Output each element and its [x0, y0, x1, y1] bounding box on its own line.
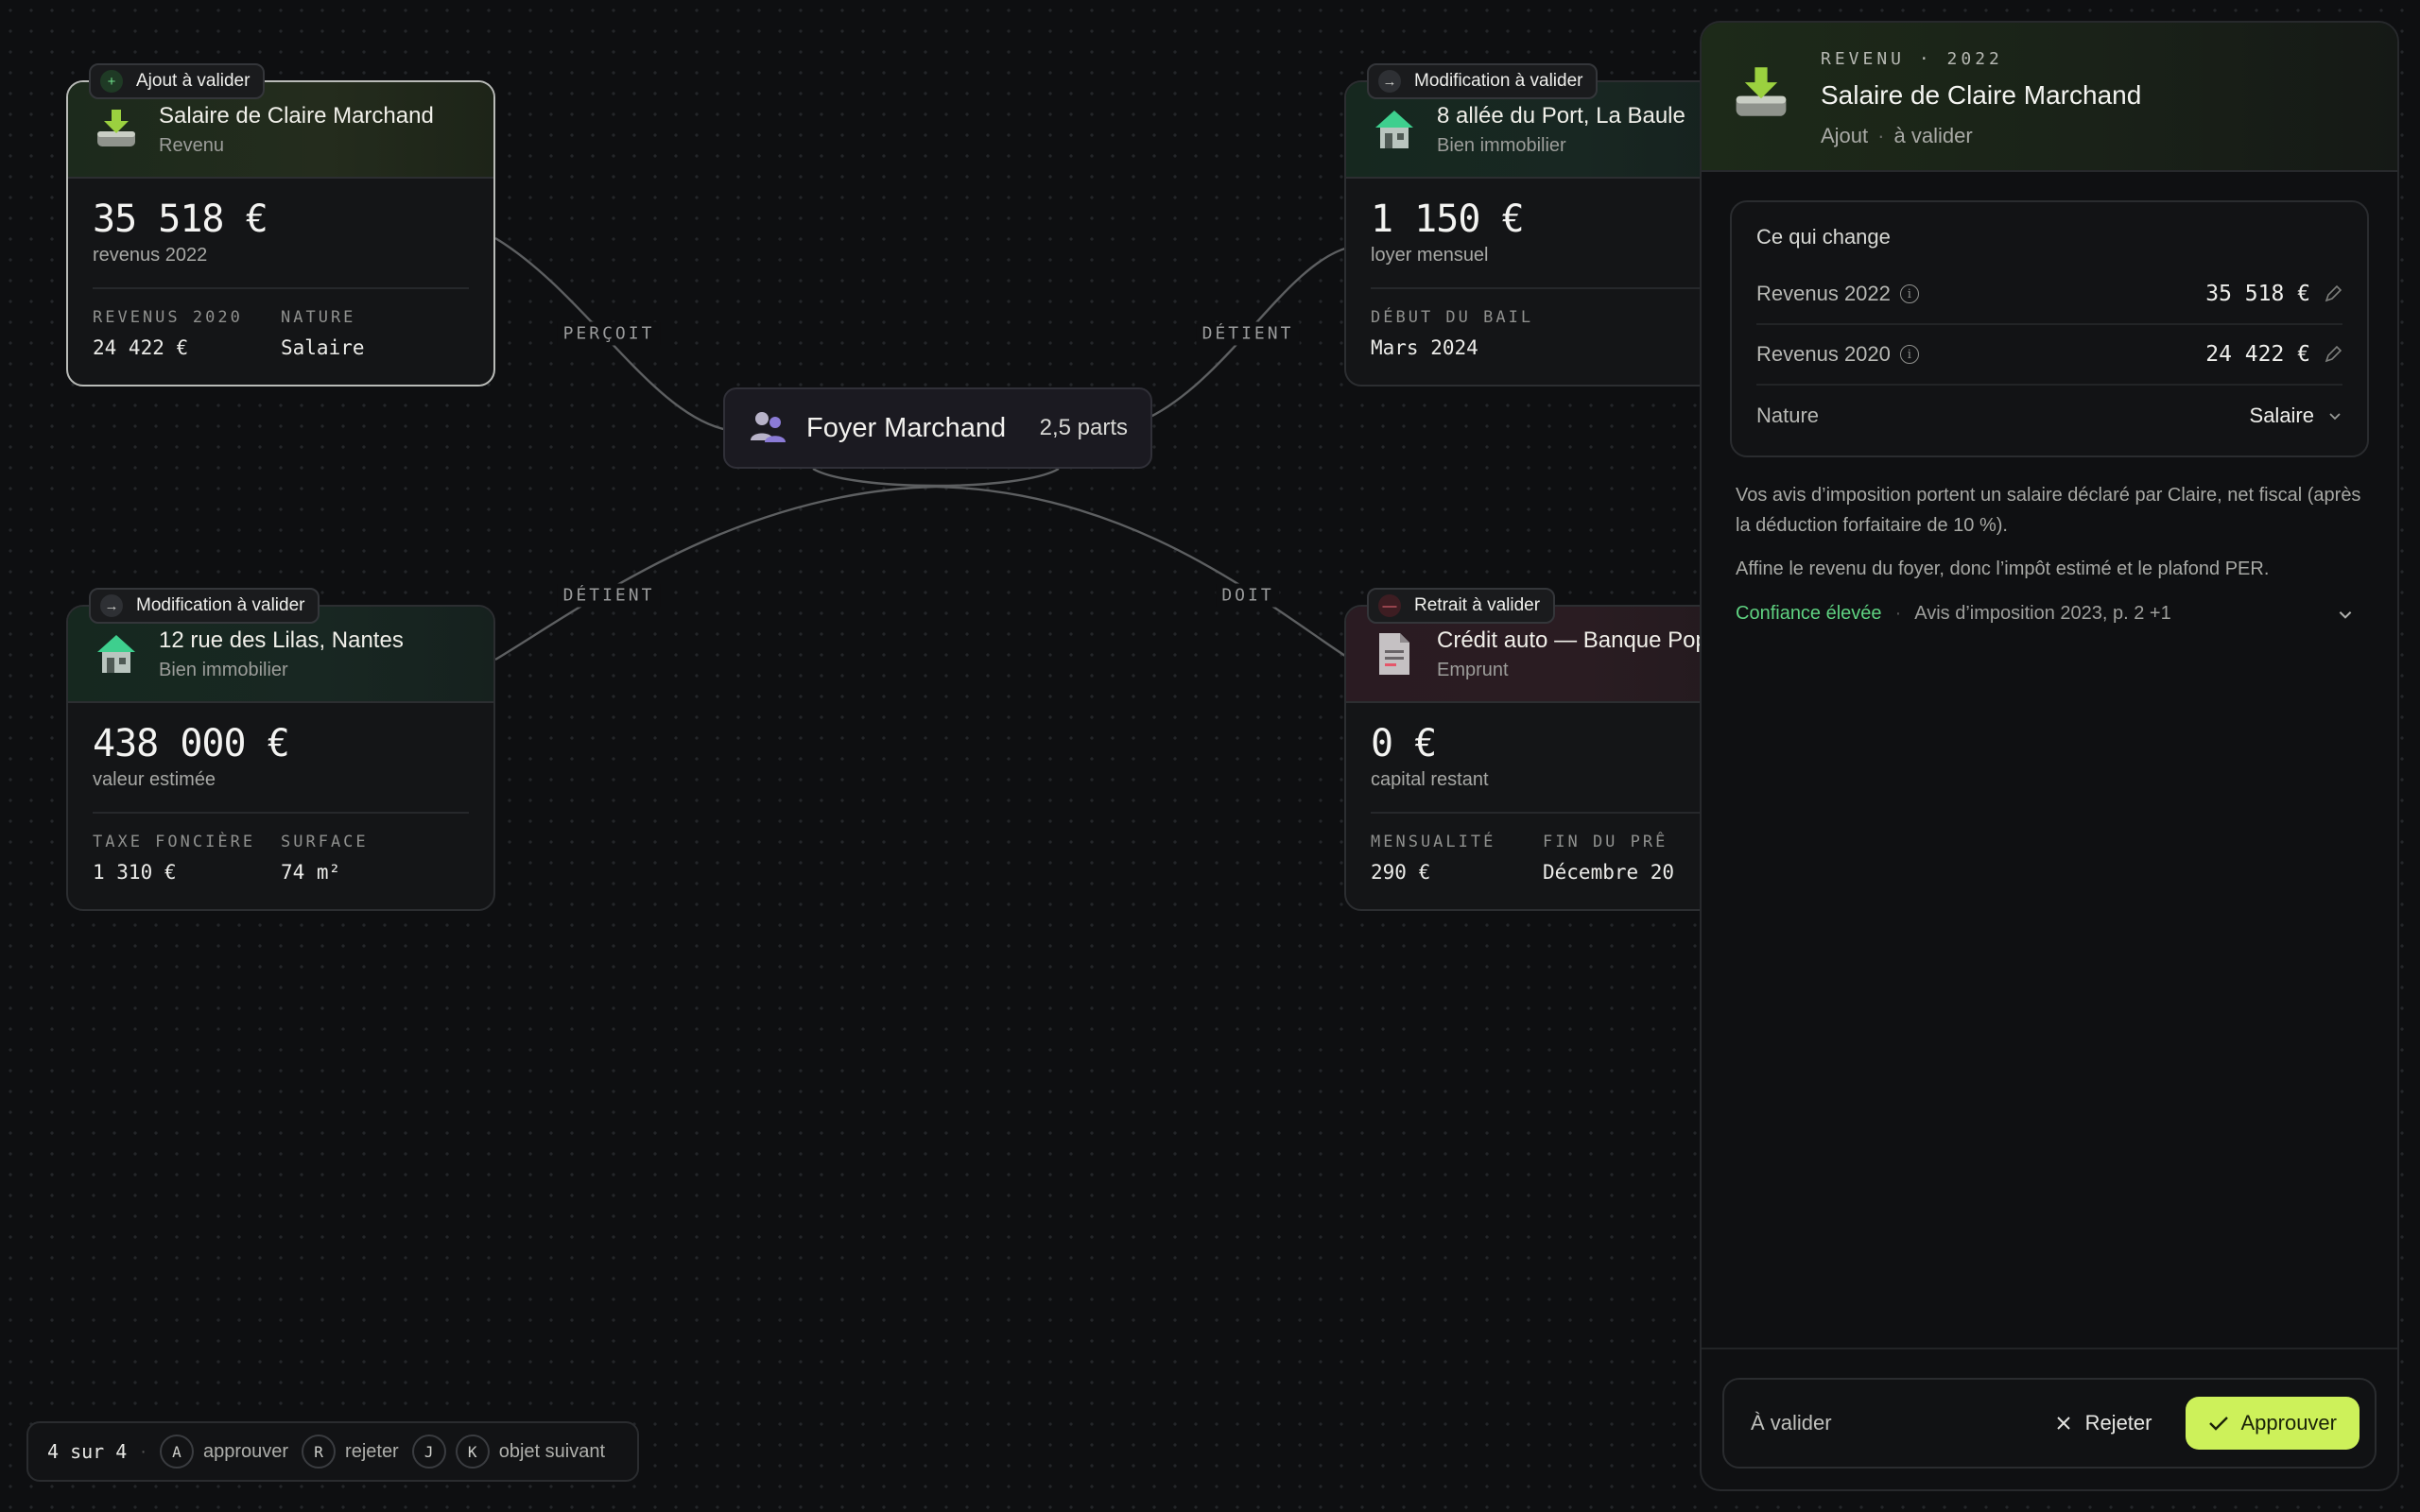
edge-label-percoit: PERÇOIT: [557, 321, 661, 346]
edge-hub: [812, 467, 1060, 488]
key-j: J: [411, 1435, 446, 1469]
edge-doit: [935, 485, 1349, 660]
panel-header: REVENU · 2022 Salaire de Claire Marchand…: [1702, 23, 2397, 172]
panel-subtitle: Ajout · à valider: [1821, 124, 1973, 147]
close-icon: [2056, 1417, 2070, 1430]
card-amount: 1 150 €: [1371, 198, 1525, 241]
pencil-icon[interactable]: [2324, 345, 2342, 364]
changes-box: Ce qui change Revenus 2022 i 35 518 € Rev…: [1730, 200, 2369, 457]
panel-eyebrow: REVENU · 2022: [1821, 49, 2003, 69]
status-badge: — Retrait à valider: [1367, 588, 1556, 624]
card-title: Salaire de Claire Marchand: [159, 102, 434, 129]
key-a: A: [159, 1435, 194, 1469]
change-value[interactable]: 35 518 €: [2205, 282, 2342, 306]
house-icon: [1369, 104, 1420, 155]
key-k: K: [455, 1435, 490, 1469]
card-port[interactable]: → Modification à valider 8 allée du Port…: [1344, 63, 1741, 387]
key-r: R: [302, 1435, 337, 1469]
document-icon: [1369, 628, 1420, 679]
arrow-right-icon: →: [100, 594, 123, 617]
card-amount: 438 000 €: [93, 722, 290, 765]
card-title: 8 allée du Port, La Baule: [1437, 102, 1685, 129]
fact-value: 74 m²: [281, 861, 341, 884]
change-row: Revenus 2020 i 24 422 €: [1756, 325, 2342, 386]
keyboard-hint-bar: 4 sur 4 · Aapprouver Rrejeter J Kobjet s…: [26, 1421, 640, 1482]
card-salaire[interactable]: + Ajout à valider Salaire de Claire Marc…: [66, 63, 495, 387]
pencil-icon[interactable]: [2324, 284, 2342, 303]
minus-icon: —: [1378, 594, 1401, 617]
fact-value: Salaire: [281, 336, 365, 359]
fact-value: Mars 2024: [1371, 336, 1478, 359]
change-value[interactable]: 24 422 €: [2205, 342, 2342, 367]
card-amount: 0 €: [1371, 722, 1437, 765]
fact-value: 24 422 €: [93, 336, 189, 359]
panel-footer: À valider Rejeter Approuver: [1722, 1378, 2377, 1469]
panel-title: Salaire de Claire Marchand: [1821, 80, 2142, 110]
nature-select[interactable]: Salaire: [2250, 404, 2342, 428]
evidence-row[interactable]: Confiance élevée · Avis d’imposition 202…: [1736, 603, 2363, 625]
change-row: Nature Salaire: [1756, 386, 2342, 446]
fact-key: NATURE: [281, 308, 356, 327]
check-icon: [2209, 1417, 2229, 1431]
chevron-down-icon: [2329, 413, 2341, 421]
chevron-down-icon[interactable]: [2337, 606, 2354, 623]
status-badge: → Modification à valider: [1367, 63, 1599, 99]
changes-title: Ce qui change: [1756, 225, 1891, 249]
detail-panel: REVENU · 2022 Salaire de Claire Marchand…: [1700, 21, 2399, 1491]
review-status: À valider: [1751, 1411, 1832, 1435]
household-name: Foyer Marchand: [806, 412, 1007, 443]
approve-button[interactable]: Approuver: [2186, 1397, 2360, 1450]
card-subtitle: Bien immobilier: [1437, 134, 1566, 156]
card-amount-label: valeur estimée: [93, 769, 216, 790]
source-label: Avis d’imposition 2023, p. 2 +1: [1914, 603, 2171, 624]
income-tray-icon: [1730, 62, 1796, 129]
edge-label-doit: DOIT: [1216, 583, 1280, 608]
info-icon[interactable]: i: [1899, 345, 1919, 364]
confidence-label: Confiance élevée: [1736, 603, 1882, 624]
card-amount: 35 518 €: [93, 198, 268, 241]
house-icon: [91, 628, 142, 679]
fact-key: DÉBUT DU BAIL: [1371, 308, 1534, 327]
card-amount-label: revenus 2022: [93, 245, 208, 266]
fact-value: 1 310 €: [93, 861, 177, 884]
explanation-note: Vos avis d’imposition portent un salaire…: [1736, 485, 2361, 579]
household-icon: [748, 406, 787, 451]
card-amount-label: loyer mensuel: [1371, 245, 1489, 266]
arrow-right-icon: →: [1378, 70, 1401, 93]
fact-value: Décembre 20: [1543, 861, 1675, 884]
edge-detient-left: [494, 485, 937, 662]
status-badge: + Ajout à valider: [89, 63, 266, 99]
household-node[interactable]: Foyer Marchand 2,5 parts: [723, 387, 1152, 469]
card-title: Crédit auto — Banque Pop: [1437, 627, 1708, 653]
reject-button[interactable]: Rejeter: [2036, 1397, 2171, 1450]
item-counter: 4 sur 4: [47, 1440, 128, 1463]
plus-icon: +: [100, 70, 123, 93]
income-tray-icon: [91, 104, 142, 155]
fact-key: REVENUS 2020: [93, 308, 243, 327]
info-icon[interactable]: i: [1899, 284, 1919, 303]
edge-label-detient-left: DÉTIENT: [557, 583, 661, 608]
card-subtitle: Emprunt: [1437, 659, 1509, 680]
card-subtitle: Bien immobilier: [159, 659, 288, 680]
fact-key: MENSUALITÉ: [1371, 833, 1496, 851]
change-row: Revenus 2022 i 35 518 €: [1756, 265, 2342, 325]
card-lilas[interactable]: → Modification à valider 12 rue des Lila…: [66, 588, 495, 911]
card-amount-label: capital restant: [1371, 769, 1489, 790]
edge-label-detient-top: DÉTIENT: [1196, 321, 1300, 346]
fact-value: 290 €: [1371, 861, 1431, 884]
fact-key: SURFACE: [281, 833, 369, 851]
status-badge: → Modification à valider: [89, 588, 320, 624]
card-credit[interactable]: — Retrait à valider Crédit auto — Banque…: [1344, 588, 1741, 911]
card-subtitle: Revenu: [159, 134, 224, 156]
card-title: 12 rue des Lilas, Nantes: [159, 627, 404, 653]
fact-key: TAXE FONCIÈRE: [93, 833, 256, 851]
household-parts: 2,5 parts: [1039, 415, 1128, 440]
fact-key: FIN DU PRÊ: [1543, 833, 1668, 851]
